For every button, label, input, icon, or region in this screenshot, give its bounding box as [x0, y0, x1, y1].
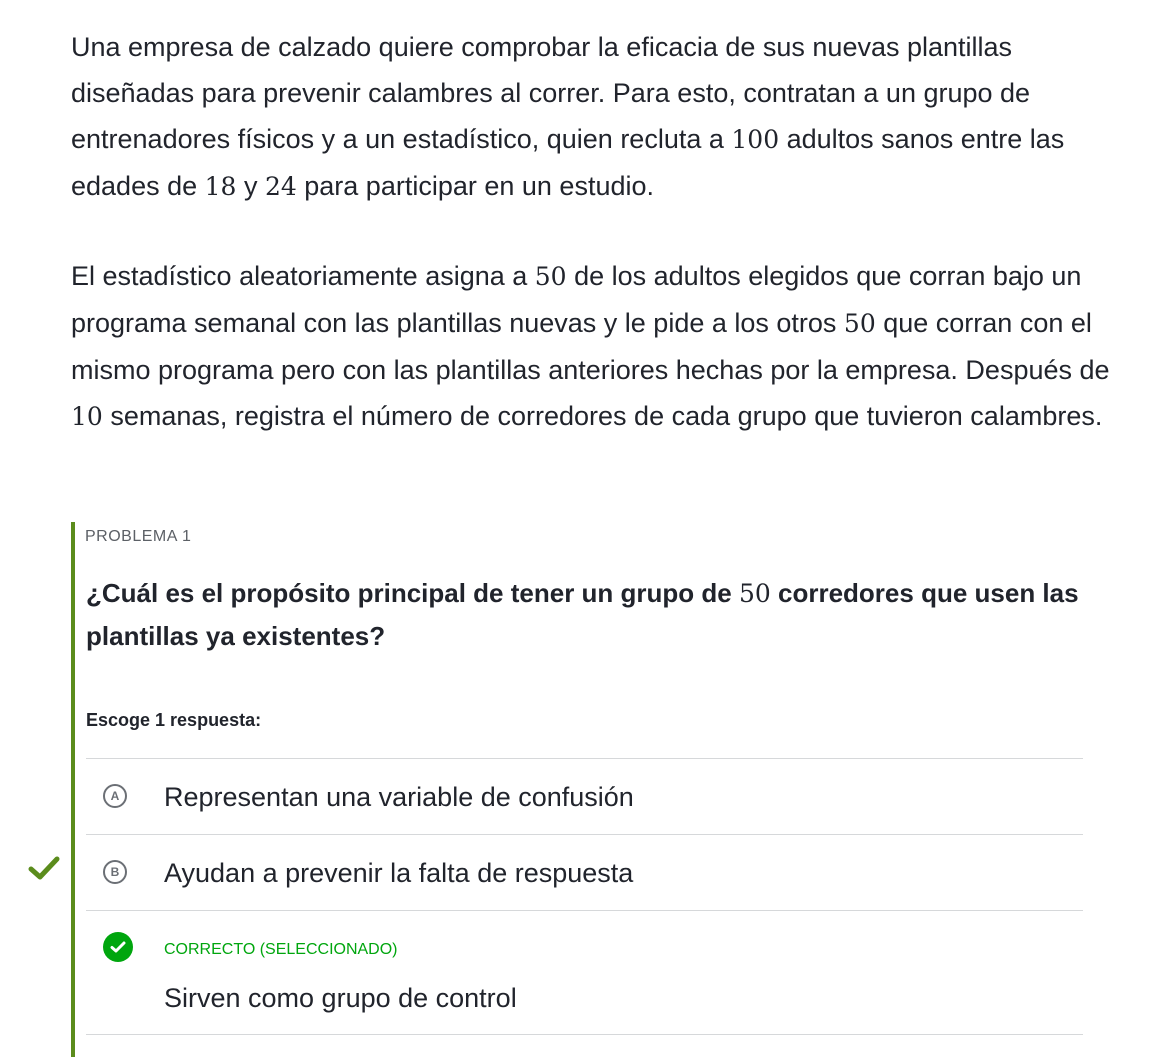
math-number: 50 [534, 262, 567, 291]
question-part: ¿Cuál es el propósito principal de tener… [86, 578, 739, 608]
math-number: 18 [204, 172, 237, 201]
choice-letter-a: A [103, 784, 127, 808]
check-icon [28, 856, 60, 880]
passage-text: y [236, 171, 265, 201]
passage: Una empresa de calzado quiere comprobar … [71, 24, 1111, 483]
math-number: 50 [843, 309, 876, 338]
choice-text: Sirven como grupo de control [164, 983, 517, 1013]
passage-text: semanas, registra el número de corredore… [102, 401, 1103, 431]
passage-paragraph-1: Una empresa de calzado quiere comprobar … [71, 24, 1111, 210]
answer-instruction: Escoge 1 respuesta: [86, 710, 262, 730]
passage-text: para participar en un estudio. [296, 171, 654, 201]
math-number: 100 [731, 125, 780, 154]
math-number: 10 [71, 402, 103, 431]
choice-text: Representan una variable de confusión [164, 782, 634, 812]
correct-status-label: CORRECTO (SELECCIONADO) [164, 941, 398, 958]
math-number: 24 [264, 172, 297, 201]
passage-paragraph-2: El estadístico aleatoriamente asigna a 5… [71, 253, 1111, 440]
question-text: ¿Cuál es el propósito principal de tener… [86, 572, 1086, 658]
problem-panel: PROBLEMA 1 ¿Cuál es el propósito princip… [71, 522, 1085, 1057]
choice-c-selected[interactable]: CORRECTO (SELECCIONADO) Sirven como grup… [86, 911, 1083, 1035]
passage-text: El estadístico aleatoriamente asigna a [71, 261, 535, 291]
problem-label: PROBLEMA 1 [85, 528, 192, 545]
choice-letter-b: B [103, 860, 127, 884]
math-number: 50 [738, 579, 771, 608]
choice-b[interactable]: B Ayudan a prevenir la falta de respuest… [86, 835, 1083, 911]
choice-list: A Representan una variable de confusión … [86, 758, 1083, 1035]
choice-a[interactable]: A Representan una variable de confusión [86, 759, 1083, 835]
choice-text: Ayudan a prevenir la falta de respuesta [164, 858, 634, 888]
correct-check-icon [103, 932, 133, 962]
